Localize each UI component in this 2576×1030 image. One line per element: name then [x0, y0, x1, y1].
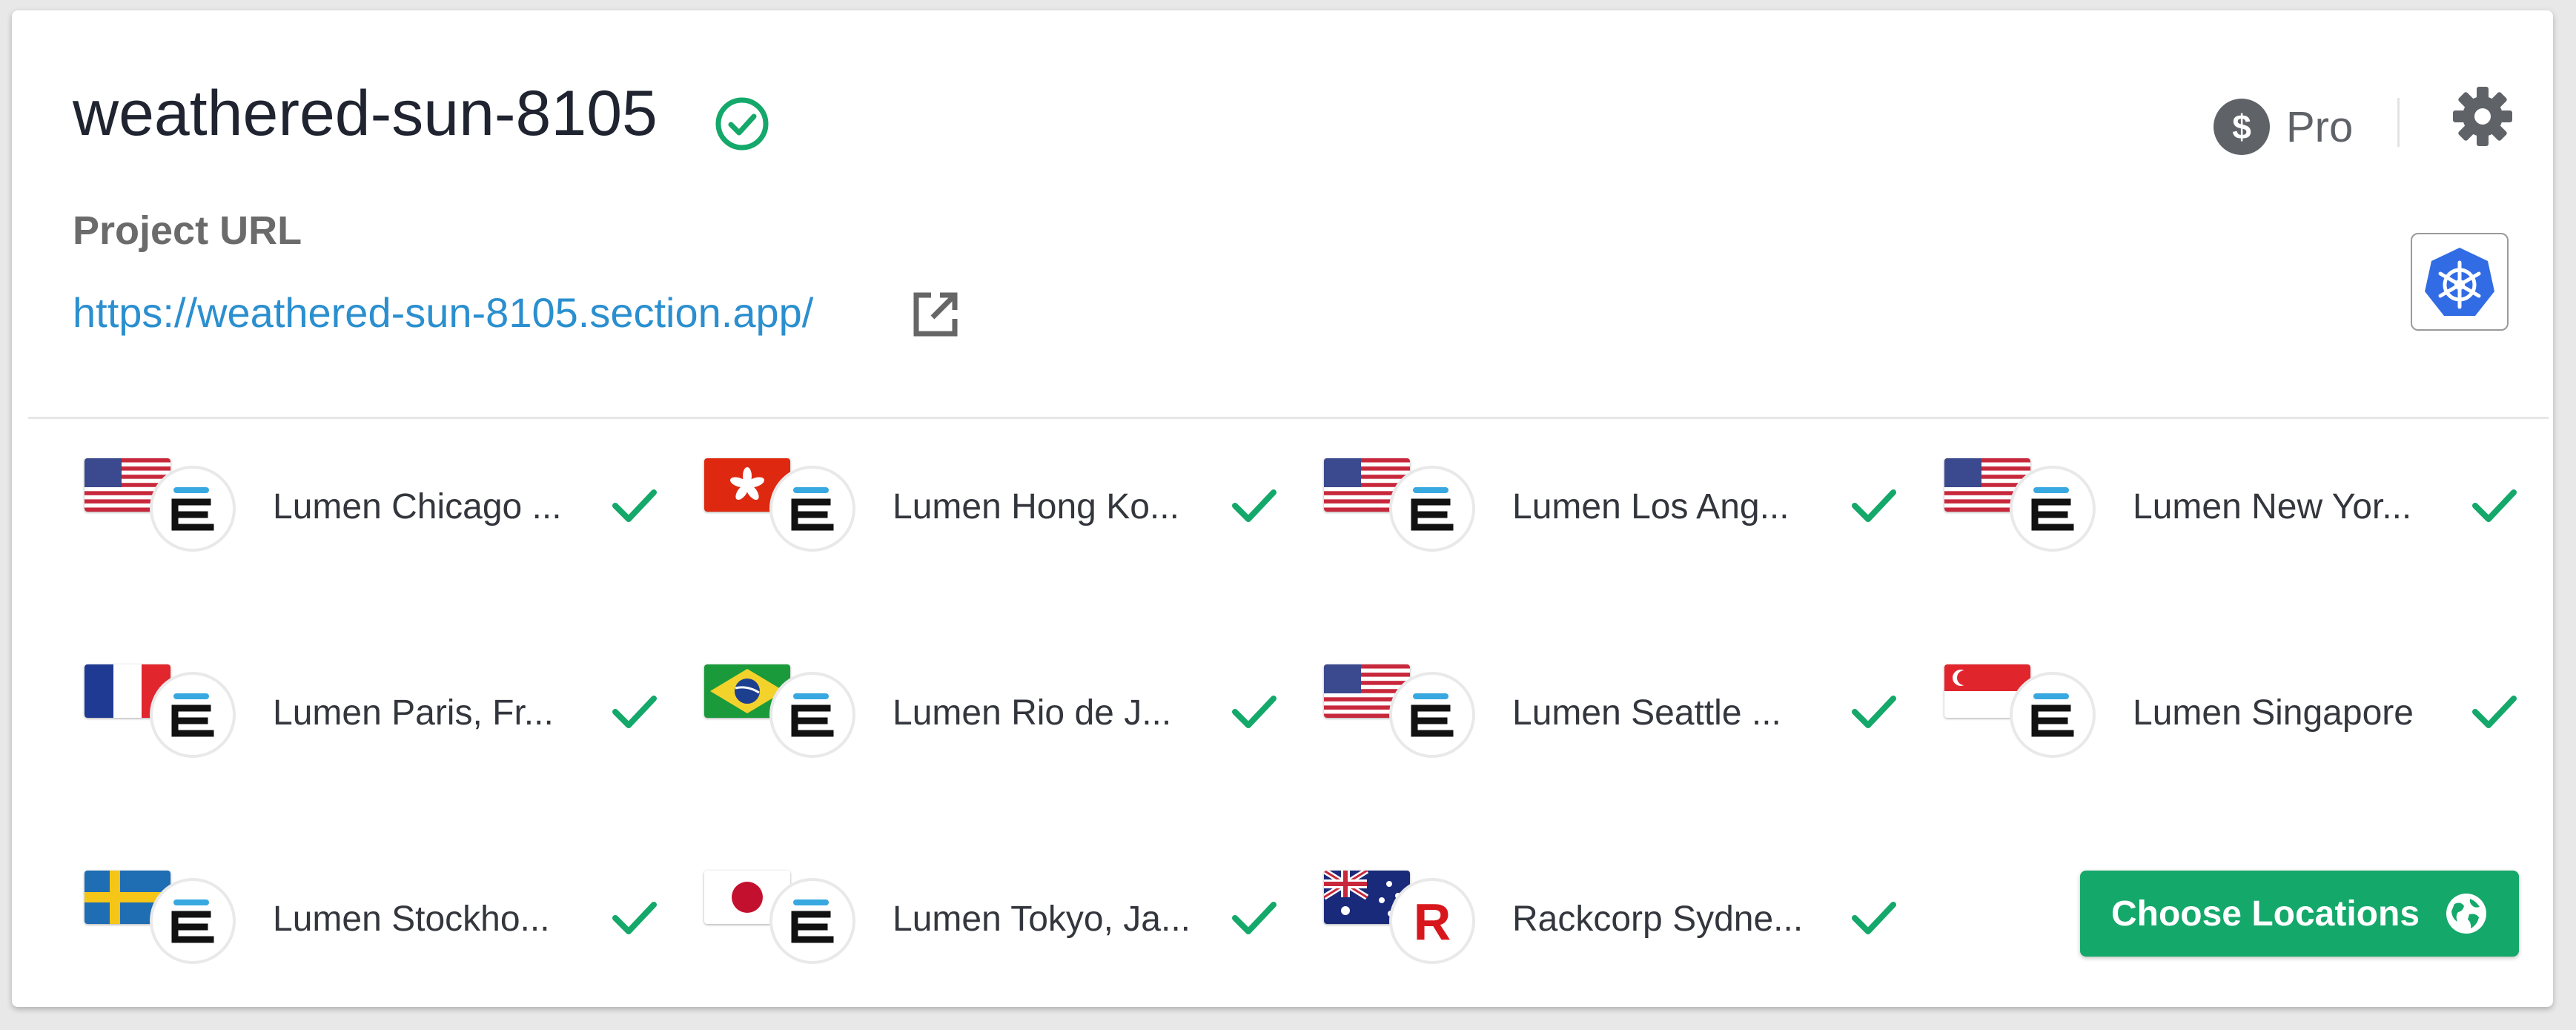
lumen-logo-icon [1389, 466, 1475, 552]
choose-locations-button[interactable]: Choose Locations [2080, 871, 2519, 957]
plan-label: Pro [2286, 102, 2354, 151]
choose-locations-label: Choose Locations [2110, 894, 2420, 934]
location-name: Lumen Rio de J... [893, 693, 1172, 733]
plan-indicator: $ Pro [2212, 93, 2353, 160]
location-item: Lumen Stockho... [85, 871, 678, 964]
location-item: Lumen Hong Ko... [704, 458, 1297, 552]
location-item: Lumen Chicago ... [85, 458, 678, 552]
checkmark-icon [2472, 696, 2517, 728]
lumen-logo-icon [1389, 672, 1475, 758]
location-name: Lumen Singapore [2133, 693, 2414, 733]
location-name: Lumen New Yor... [2133, 487, 2412, 526]
lumen-logo-icon [769, 466, 855, 552]
location-name: Rackcorp Sydne... [1512, 899, 1804, 939]
lumen-logo-icon [769, 672, 855, 758]
location-name: Lumen Tokyo, Ja... [893, 899, 1191, 939]
checkmark-icon [612, 696, 657, 728]
lumen-logo-icon [150, 672, 236, 758]
checkmark-icon [1852, 696, 1896, 728]
checkmark-icon [612, 489, 657, 522]
checkmark-icon [1852, 902, 1896, 934]
location-item: Lumen Paris, Fr... [85, 664, 678, 758]
location-name: Lumen Los Ang... [1512, 487, 1789, 526]
kubernetes-icon [2425, 248, 2494, 316]
lumen-logo-icon [2010, 672, 2096, 758]
lumen-logo-icon [2010, 466, 2096, 552]
section-divider [28, 417, 2549, 419]
location-item: Lumen Los Ang... [1324, 458, 1917, 552]
kubernetes-button[interactable] [2411, 233, 2509, 331]
lumen-logo-icon [150, 878, 236, 964]
globe-icon [2446, 894, 2487, 934]
dollar-coin-icon: $ [2214, 99, 2270, 155]
checkmark-icon [1232, 696, 1277, 728]
svg-text:R: R [1414, 895, 1451, 947]
lumen-logo-icon [769, 878, 855, 964]
external-link-icon[interactable] [906, 285, 965, 344]
location-name: Lumen Hong Ko... [893, 487, 1179, 526]
location-name: Lumen Paris, Fr... [273, 693, 554, 733]
location-name: Lumen Stockho... [273, 899, 550, 939]
svg-text:$: $ [2232, 108, 2251, 146]
checkmark-icon [2472, 489, 2517, 522]
checkmark-icon [1232, 902, 1277, 934]
project-title: weathered-sun-8105 [73, 78, 658, 149]
check-circle-icon [715, 97, 769, 151]
rackcorp-logo-icon: R [1389, 878, 1475, 964]
location-item: R Rackcorp Sydne... [1324, 871, 1917, 964]
project-card: weathered-sun-8105 Project URL https://w… [12, 10, 2553, 1007]
lumen-logo-icon [150, 466, 236, 552]
header-divider [2397, 98, 2400, 147]
project-url-link[interactable]: https://weathered-sun-8105.section.app/ [73, 292, 813, 334]
location-item: Lumen Seattle ... [1324, 664, 1917, 758]
location-item: Lumen New Yor... [1944, 458, 2537, 552]
project-url-label: Project URL [73, 208, 302, 253]
checkmark-icon [1852, 489, 1896, 522]
checkmark-icon [612, 902, 657, 934]
checkmark-icon [1232, 489, 1277, 522]
location-item: Lumen Singapore [1944, 664, 2537, 758]
location-item: Lumen Tokyo, Ja... [704, 871, 1297, 964]
gear-icon[interactable] [2451, 85, 2514, 148]
location-name: Lumen Chicago ... [273, 487, 562, 526]
location-item: Lumen Rio de J... [704, 664, 1297, 758]
location-name: Lumen Seattle ... [1512, 693, 1781, 733]
